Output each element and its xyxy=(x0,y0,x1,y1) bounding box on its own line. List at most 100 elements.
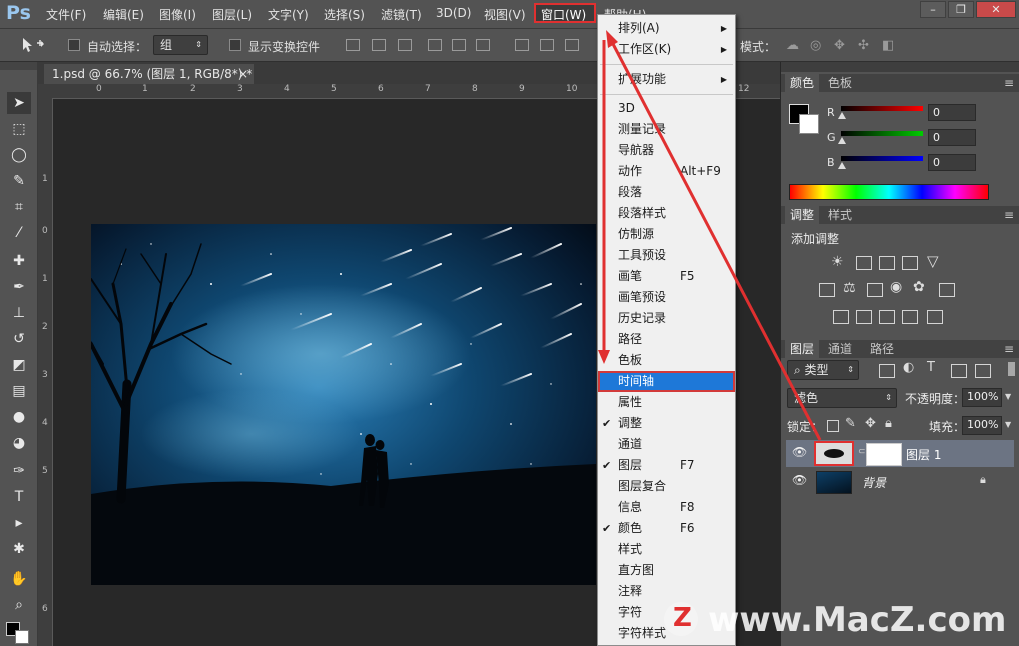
clone-stamp-tool-icon[interactable]: ⊥ xyxy=(7,302,31,324)
menu-type[interactable]: 文字(Y) xyxy=(268,6,309,23)
hue-saturation-adjust-icon[interactable] xyxy=(819,283,835,297)
tab-paths[interactable]: 路径 xyxy=(865,340,899,358)
move-tool-icon[interactable] xyxy=(20,36,46,54)
threshold-adjust-icon[interactable] xyxy=(879,310,895,324)
3d-scale-icon[interactable]: ◧ xyxy=(882,38,894,53)
healing-brush-tool-icon[interactable]: ✚ xyxy=(7,250,31,272)
g-value-input[interactable]: 0 xyxy=(928,129,976,146)
align-right-icon[interactable] xyxy=(476,39,490,51)
filter-toggle[interactable] xyxy=(1008,362,1015,376)
close-window-button[interactable]: ✕ xyxy=(976,1,1016,18)
gradient-tool-icon[interactable]: ▤ xyxy=(7,380,31,402)
r-slider-thumb[interactable] xyxy=(838,112,846,119)
document-tab[interactable]: 1.psd @ 66.7% (图层 1, RGB/8*) * × xyxy=(44,64,254,84)
selective-color-adjust-icon[interactable] xyxy=(902,310,918,324)
layer-mask-thumbnail[interactable] xyxy=(866,443,902,466)
move-tool-icon[interactable]: ➤ xyxy=(7,92,31,114)
restore-button[interactable]: ❐ xyxy=(948,1,974,18)
levels-adjust-icon[interactable] xyxy=(856,256,872,270)
blur-tool-icon[interactable]: ● xyxy=(7,406,31,428)
exposure-adjust-icon[interactable] xyxy=(902,256,918,270)
menu-item-brush-presets[interactable]: 画笔预设 xyxy=(598,287,735,308)
menu-item-info[interactable]: 信息 F8 xyxy=(598,497,735,518)
b-slider[interactable] xyxy=(841,156,923,161)
b-slider-thumb[interactable] xyxy=(838,162,846,169)
vibrance-adjust-icon[interactable]: ▽ xyxy=(927,252,939,270)
menu-item-timeline[interactable]: 时间轴 xyxy=(598,371,735,392)
auto-select-checkbox[interactable] xyxy=(68,39,80,51)
align-top-icon[interactable] xyxy=(346,39,360,51)
menu-item-paragraph-styles[interactable]: 段落样式 xyxy=(598,203,735,224)
eraser-tool-icon[interactable]: ◩ xyxy=(7,354,31,376)
layer-name[interactable]: 图层 1 xyxy=(906,446,941,463)
zoom-tool-icon[interactable]: ⌕ xyxy=(7,594,31,616)
color-spectrum-bar[interactable] xyxy=(789,184,989,200)
shape-tool-icon[interactable]: ✱ xyxy=(7,538,31,560)
posterize-adjust-icon[interactable] xyxy=(856,310,872,324)
3d-roll-icon[interactable]: ◎ xyxy=(810,38,821,53)
filter-shape-icon[interactable] xyxy=(951,364,967,378)
align-hcenter-icon[interactable] xyxy=(452,39,466,51)
distribute-top-icon[interactable] xyxy=(515,39,529,51)
history-brush-tool-icon[interactable]: ↺ xyxy=(7,328,31,350)
color-balance-adjust-icon[interactable]: ⚖ xyxy=(843,280,856,296)
brush-tool-icon[interactable]: ✒ xyxy=(7,276,31,298)
tab-channels[interactable]: 通道 xyxy=(823,340,857,358)
lasso-tool-icon[interactable]: ◯ xyxy=(7,144,31,166)
menu-item-clone-source[interactable]: 仿制源 xyxy=(598,224,735,245)
3d-pan-icon[interactable]: ✥ xyxy=(834,38,845,53)
menu-layer[interactable]: 图层(L) xyxy=(212,6,252,23)
filter-smart-object-icon[interactable] xyxy=(975,364,991,378)
filter-pixel-icon[interactable] xyxy=(879,364,895,378)
menu-item-history[interactable]: 历史记录 xyxy=(598,308,735,329)
menu-select[interactable]: 选择(S) xyxy=(324,6,365,23)
visibility-eye-icon[interactable]: 👁︎ xyxy=(792,445,807,459)
color-bg-swatch[interactable] xyxy=(799,114,819,134)
menu-item-notes[interactable]: 注释 xyxy=(598,581,735,602)
menu-item-tool-presets[interactable]: 工具预设 xyxy=(598,245,735,266)
marquee-tool-icon[interactable]: ⬚ xyxy=(7,118,31,140)
menu-3d[interactable]: 3D(D) xyxy=(436,6,471,20)
dodge-tool-icon[interactable]: ◕ xyxy=(7,432,31,454)
menu-filter[interactable]: 滤镜(T) xyxy=(381,6,422,23)
gradient-map-adjust-icon[interactable] xyxy=(927,310,943,324)
menu-item-arrange[interactable]: 排列(A) ▶ xyxy=(598,18,735,39)
eyedropper-tool-icon[interactable]: ⁄ xyxy=(7,222,31,244)
fill-arrow-icon[interactable]: ▼ xyxy=(1005,420,1011,429)
menu-item-styles[interactable]: 样式 xyxy=(598,539,735,560)
panel-menu-icon[interactable]: ≡ xyxy=(999,74,1019,92)
distribute-bottom-icon[interactable] xyxy=(565,39,579,51)
invert-adjust-icon[interactable] xyxy=(833,310,849,324)
lock-position-icon[interactable]: ✥ xyxy=(865,416,876,431)
menu-edit[interactable]: 编辑(E) xyxy=(103,6,144,23)
panel-menu-icon[interactable]: ≡ xyxy=(999,340,1019,358)
menu-item-measurement-log[interactable]: 测量记录 xyxy=(598,119,735,140)
menu-item-navigator[interactable]: 导航器 xyxy=(598,140,735,161)
menu-view[interactable]: 视图(V) xyxy=(484,6,526,23)
menu-file[interactable]: 文件(F) xyxy=(46,6,86,23)
visibility-eye-icon[interactable]: 👁︎ xyxy=(792,473,807,487)
color-lookup-adjust-icon[interactable] xyxy=(939,283,955,297)
layer-name[interactable]: 背景 xyxy=(862,474,886,491)
opacity-arrow-icon[interactable]: ▼ xyxy=(1005,392,1011,401)
b-value-input[interactable]: 0 xyxy=(928,154,976,171)
menu-item-extensions[interactable]: 扩展功能 ▶ xyxy=(598,69,735,90)
tab-adjustments[interactable]: 调整 xyxy=(785,206,820,224)
curves-adjust-icon[interactable] xyxy=(879,256,895,270)
menu-item-properties[interactable]: 属性 xyxy=(598,392,735,413)
path-select-tool-icon[interactable]: ▸ xyxy=(7,512,31,534)
channel-mixer-adjust-icon[interactable]: ✿ xyxy=(913,279,925,295)
align-vcenter-icon[interactable] xyxy=(372,39,386,51)
opacity-input[interactable]: 100% xyxy=(962,388,1002,407)
menu-item-actions[interactable]: 动作 Alt+F9 xyxy=(598,161,735,182)
black-white-adjust-icon[interactable] xyxy=(867,283,883,297)
menu-item-histogram[interactable]: 直方图 xyxy=(598,560,735,581)
quick-select-tool-icon[interactable]: ✎ xyxy=(7,170,31,192)
fill-input[interactable]: 100% xyxy=(962,416,1002,435)
auto-select-dropdown[interactable]: 组 ⇕ xyxy=(153,35,208,55)
brightness-adjust-icon[interactable]: ☀ xyxy=(831,254,844,270)
layer-thumbnail[interactable] xyxy=(816,471,852,494)
menu-item-paragraph[interactable]: 段落 xyxy=(598,182,735,203)
menu-image[interactable]: 图像(I) xyxy=(159,6,196,23)
layer-row-background[interactable]: 👁︎ 背景 🔒︎ xyxy=(786,468,1014,495)
